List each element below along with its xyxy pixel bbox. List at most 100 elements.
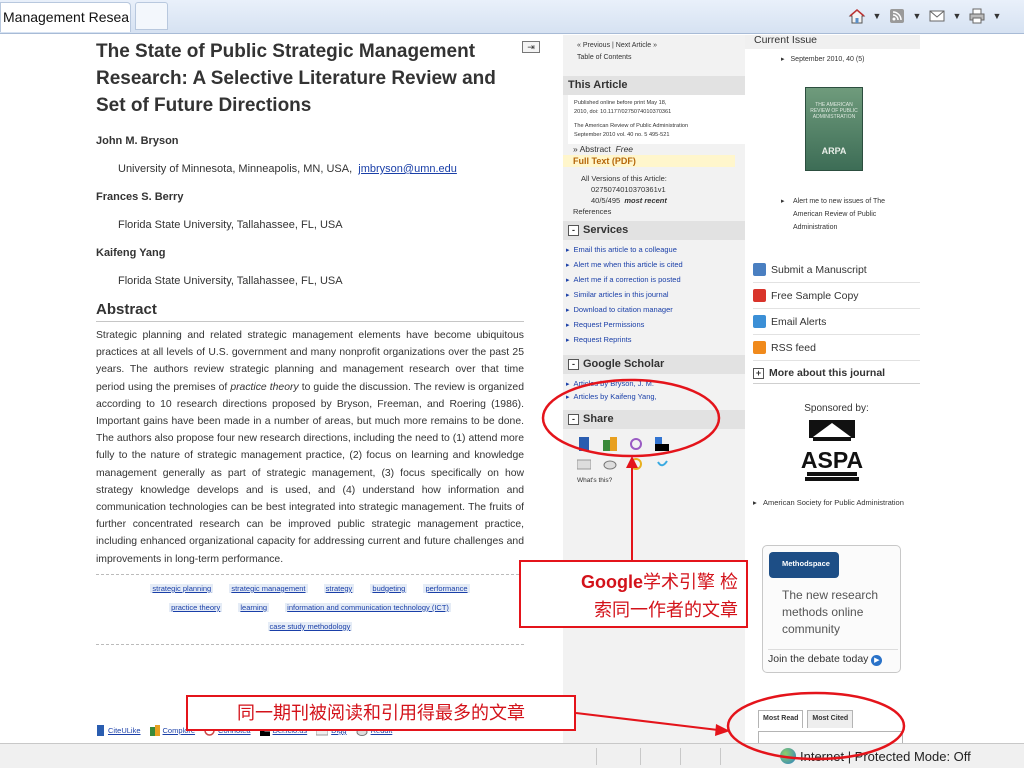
annotation-brand: Google — [580, 572, 643, 592]
author-affiliation: Florida State University, Tallahassee, F… — [118, 219, 343, 231]
more-about-journal-toggle[interactable]: + More about this journal — [753, 367, 920, 384]
abstract-text-part: to guide the discussion. The review is o… — [96, 381, 524, 565]
affiliation-text: University of Minnesota, Minneapolis, MN… — [118, 163, 353, 175]
zone-label: Internet | Protected Mode: Off — [800, 748, 971, 764]
keyword-link[interactable]: case study methodology — [267, 621, 353, 631]
table-of-contents-link[interactable]: Table of Contents — [577, 52, 745, 64]
methodspace-join-link[interactable]: Join the debate today ▶ — [768, 649, 898, 666]
most-recent-label: most recent — [624, 196, 667, 205]
article-versions: All Versions of this Article: 0275074010… — [563, 167, 745, 206]
article-tools-column: « Previous | Next Article » Table of Con… — [563, 35, 745, 743]
service-link[interactable]: Download to citation manager — [566, 303, 745, 318]
internet-globe-icon — [780, 748, 796, 764]
journal-sidebar: Current Issue September 2010, 40 (5) THE… — [745, 35, 920, 743]
feeds-dropdown-icon[interactable]: ▼ — [912, 11, 922, 21]
digg-icon[interactable] — [577, 457, 591, 471]
alert-new-issues-link[interactable]: Alert me to new issues of The American R… — [781, 195, 908, 234]
service-link[interactable]: Request Reprints — [566, 333, 745, 348]
service-link[interactable]: Similar articles in this journal — [566, 288, 745, 303]
services-heading[interactable]: - Services — [563, 221, 745, 240]
mail-icon[interactable] — [928, 7, 946, 25]
version-link[interactable]: 40/5/495 — [591, 196, 620, 205]
abstract-heading: Abstract — [96, 301, 524, 322]
share-heading[interactable]: - Share — [563, 410, 745, 429]
abstract-link[interactable]: » Abstract Free — [563, 144, 745, 155]
join-label: Join the debate today — [768, 653, 869, 665]
home-dropdown-icon[interactable]: ▼ — [872, 11, 882, 21]
citeulike-icon[interactable] — [577, 437, 591, 451]
stumbleupon-icon[interactable] — [629, 457, 643, 471]
citeulike-link[interactable]: CiteULike — [96, 725, 141, 736]
rss-feed-link[interactable]: RSS feed — [753, 335, 920, 361]
tab-most-read[interactable]: Most Read — [758, 710, 804, 728]
service-link[interactable]: Alert me when this article is cited — [566, 258, 745, 273]
scholar-author-link[interactable]: Articles by Kaifeng Yang, — [566, 391, 745, 404]
submit-manuscript-link[interactable]: Submit a Manuscript — [753, 257, 920, 283]
abstract-text: Strategic planning and related strategic… — [96, 327, 524, 568]
aspa-logo-text: ASPA — [801, 447, 863, 473]
keyword-link[interactable]: strategic planning — [150, 583, 214, 593]
article-navigation: « Previous | Next Article » Table of Con… — [563, 35, 745, 64]
collapse-icon[interactable]: - — [568, 414, 579, 425]
collapse-icon[interactable]: - — [568, 359, 579, 370]
service-link[interactable]: Email this article to a colleague — [566, 243, 745, 258]
collapse-icon[interactable]: - — [568, 225, 579, 236]
twitter-icon[interactable] — [655, 457, 669, 471]
new-tab-button[interactable] — [135, 2, 168, 30]
connotea-icon[interactable] — [629, 437, 643, 451]
keyword-link[interactable]: performance — [423, 583, 470, 593]
link-label: Free Sample Copy — [771, 289, 859, 302]
status-divider — [680, 748, 681, 765]
google-scholar-heading[interactable]: - Google Scholar — [563, 355, 745, 374]
divider — [96, 573, 524, 575]
scholar-annotation: Google学术引擎 检 索同一作者的文章 — [519, 560, 748, 628]
references-link[interactable]: References — [563, 206, 745, 217]
published-line: Published online before print May 18, — [574, 100, 667, 106]
more-about-journal-label: More about this journal — [769, 367, 886, 379]
author-name: Kaifeng Yang — [96, 247, 166, 259]
feeds-icon[interactable] — [888, 7, 906, 25]
tab-most-cited[interactable]: Most Cited — [807, 710, 854, 728]
whats-this-link[interactable]: What's this? — [563, 471, 745, 484]
aspa-logo[interactable]: ASPA — [797, 420, 867, 482]
keyword-link[interactable]: strategy — [323, 583, 355, 593]
keyword-link[interactable]: practice theory — [169, 602, 223, 612]
browser-tab-bar: Management Resear... ▼ ▼ ▼ ▼ — [0, 0, 1024, 34]
journal-cover-image[interactable]: THE AMERICAN REVIEW OF PUBLIC ADMINISTRA… — [805, 87, 863, 171]
print-dropdown-icon[interactable]: ▼ — [992, 11, 1002, 21]
scholar-author-link[interactable]: Articles by Bryson, J. M. — [566, 378, 745, 391]
service-link[interactable]: Request Permissions — [566, 318, 745, 333]
keyword-link[interactable]: information and communication technology… — [285, 602, 451, 612]
delicious-icon[interactable] — [655, 437, 669, 451]
free-sample-copy-link[interactable]: Free Sample Copy — [753, 283, 920, 309]
prev-next-links[interactable]: « Previous | Next Article » — [577, 40, 745, 52]
most-read-annotation: 同一期刊被阅读和引用得最多的文章 — [186, 695, 576, 731]
print-icon[interactable] — [968, 7, 986, 25]
home-icon[interactable] — [848, 7, 866, 25]
google-scholar-title: Google Scholar — [583, 358, 665, 370]
aspa-link[interactable]: American Society for Public Administrati… — [753, 495, 913, 511]
complore-icon[interactable] — [603, 437, 617, 451]
version-link[interactable]: 0275074010370361v1 — [581, 184, 745, 195]
keyword-link[interactable]: budgeting — [370, 583, 408, 593]
methodspace-ad[interactable]: Methodspace The new research methods onl… — [762, 545, 901, 673]
journal-line: The American Review of Public Administra… — [574, 123, 689, 129]
keyword-link[interactable]: learning — [238, 602, 270, 612]
mail-dropdown-icon[interactable]: ▼ — [952, 11, 962, 21]
scholar-annotation-line2: 索同一作者的文章 — [594, 600, 738, 620]
issue-date-link[interactable]: September 2010, 40 (5) — [745, 49, 920, 63]
security-zone[interactable]: Internet | Protected Mode: Off — [780, 748, 971, 764]
keyword-link[interactable]: strategic management — [229, 583, 308, 593]
reddit-icon[interactable] — [603, 457, 617, 471]
expand-icon[interactable]: + — [753, 367, 764, 379]
scholar-annotation-line1: Google学术引擎 检 — [529, 568, 738, 596]
status-divider — [720, 748, 721, 765]
service-link[interactable]: Alert me if a correction is posted — [566, 273, 745, 288]
current-issue-heading: Current Issue — [745, 35, 920, 49]
active-tab[interactable]: Management Resear... — [0, 2, 131, 32]
author-email-link[interactable]: jmbryson@umn.edu — [358, 163, 457, 175]
email-alerts-link[interactable]: Email Alerts — [753, 309, 920, 335]
free-label: Free — [615, 144, 634, 154]
expand-icon[interactable]: ⇥ — [522, 41, 540, 53]
full-text-pdf-link[interactable]: Full Text (PDF) — [563, 155, 735, 167]
